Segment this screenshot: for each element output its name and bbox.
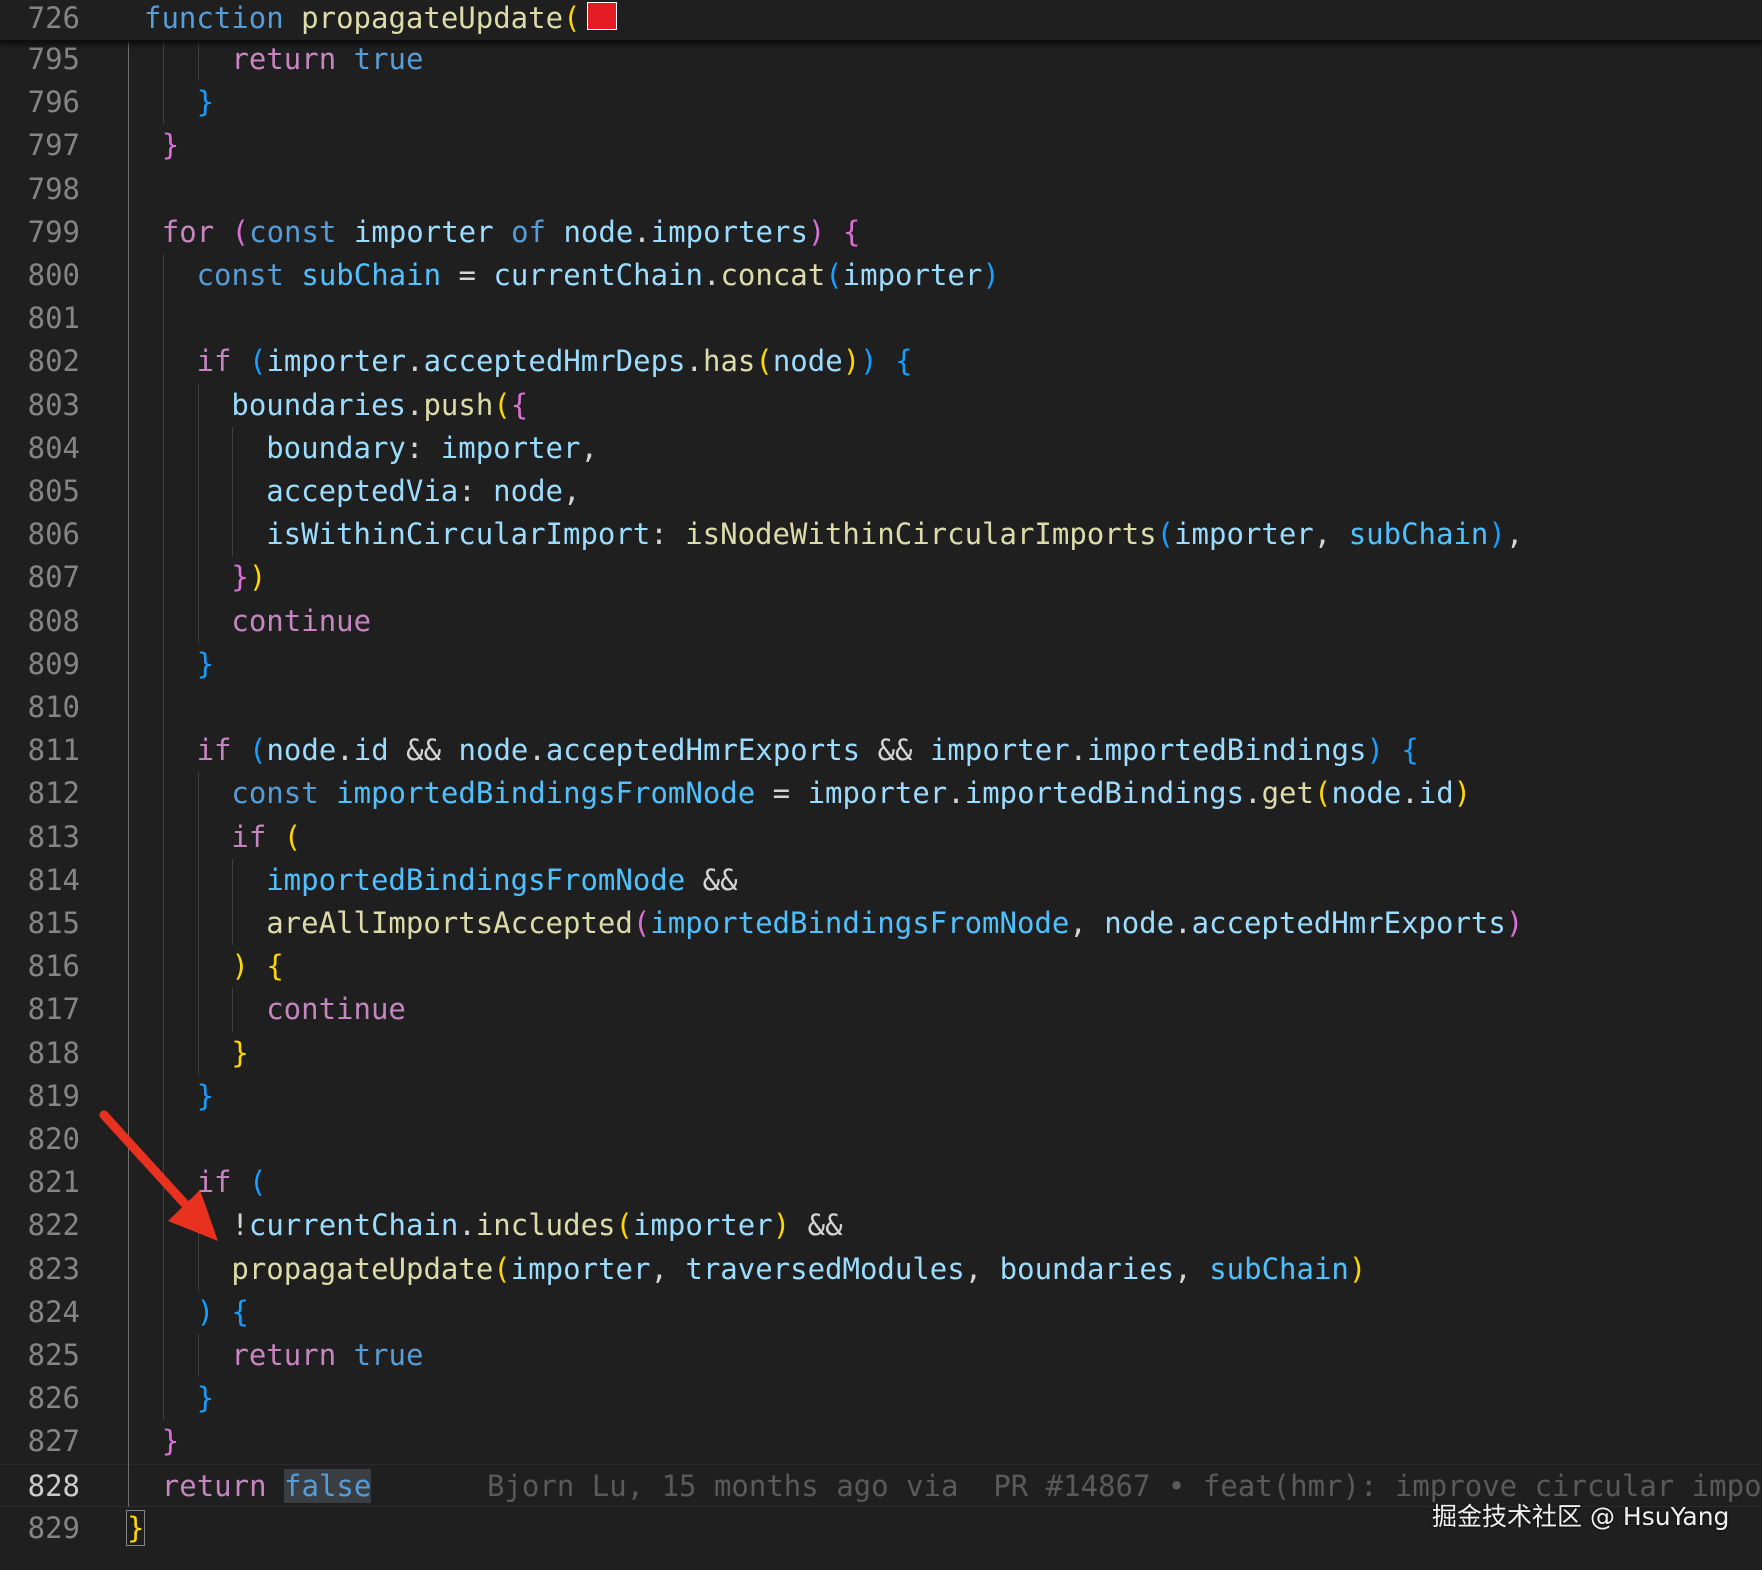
- red-arrow-annotation: [99, 1110, 218, 1241]
